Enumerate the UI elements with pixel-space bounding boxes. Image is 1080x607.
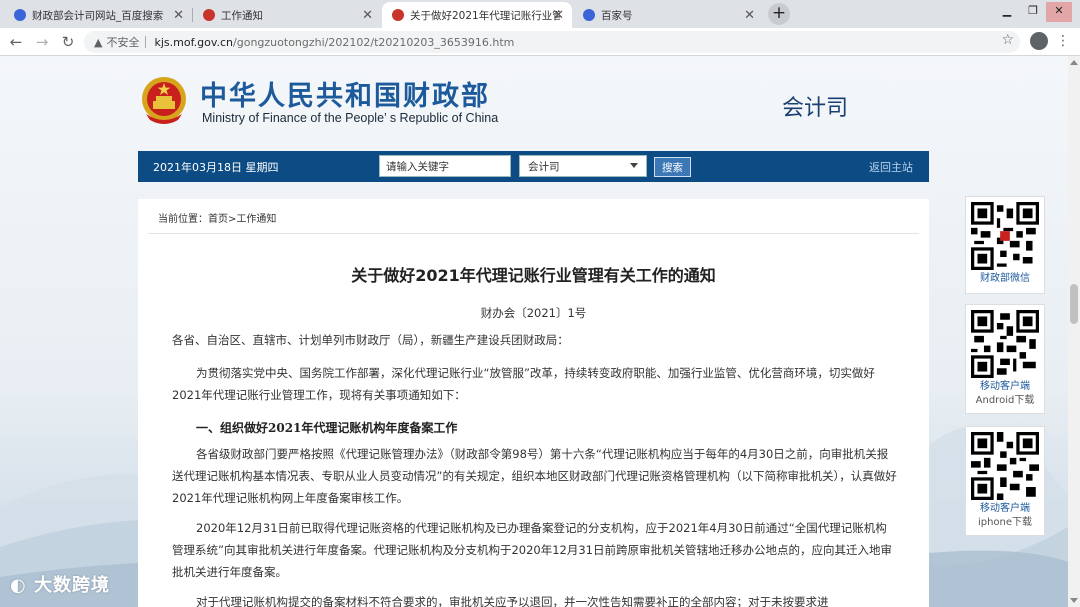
breadcrumb-divider xyxy=(148,233,919,234)
search-button[interactable]: 搜索 xyxy=(654,157,691,177)
qr-sublabel: Android下载 xyxy=(975,395,1035,406)
site-header: 中华人民共和国财政部 Ministry of Finance of the Pe… xyxy=(138,74,930,146)
bookmark-star-icon[interactable]: ☆ xyxy=(1001,32,1014,48)
qr-label: 财政部微信 xyxy=(980,273,1030,284)
site-title-cn[interactable]: 中华人民共和国财政部 xyxy=(200,74,490,113)
minimize-icon[interactable]: ▁ xyxy=(994,2,1020,22)
url-path: /gongzuotongzhi/202102/t20210203_3653916… xyxy=(233,35,515,49)
browser-toolbar: ← → ↻ ▲ 不安全 kjs.mof.gov.cn/gongzuotongzh… xyxy=(0,28,1080,56)
forward-arrow-icon[interactable]: → xyxy=(32,32,52,52)
page-scrollbar[interactable] xyxy=(1068,56,1080,607)
back-to-main-site-link[interactable]: 返回主站 xyxy=(869,159,913,175)
qr-code-icon xyxy=(971,432,1039,500)
profile-avatar-icon[interactable] xyxy=(1030,32,1048,50)
close-tab-icon[interactable]: ✕ xyxy=(173,8,184,23)
scrollbar-thumb[interactable] xyxy=(1070,284,1078,324)
tab-baidu-search[interactable]: 财政部会计司网站_百度搜索 ✕ xyxy=(4,2,192,28)
page-viewport: 中华人民共和国财政部 Ministry of Finance of the Pe… xyxy=(0,56,1068,607)
watermark-logo: ◐ 大数跨境 xyxy=(10,575,110,596)
close-tab-icon[interactable]: ✕ xyxy=(362,8,373,23)
scroll-up-icon[interactable] xyxy=(1070,60,1078,65)
qr-sublabel: iphone下载 xyxy=(977,517,1033,528)
warning-triangle-icon[interactable]: ▲ xyxy=(94,36,102,49)
tab-title: 工作通知 xyxy=(221,9,263,22)
qr-code-icon xyxy=(971,310,1039,378)
tab-active-article[interactable]: 关于做好2021年代理记账行业管 ✕ xyxy=(382,2,572,28)
close-tab-icon[interactable]: ✕ xyxy=(744,8,755,23)
qr-card-iphone[interactable]: 移动客户端 iphone下载 xyxy=(965,426,1045,536)
current-date: 2021年03月18日 星期四 xyxy=(153,161,279,174)
paragraph-intro: 为贯彻落实党中央、国务院工作部署，深化代理记账行业“放管服”改革，持续转变政府职… xyxy=(172,366,875,402)
paragraph-review: 对于代理记账机构提交的备案材料不符合要求的，审批机关应予以退回，并一次性告知需要… xyxy=(196,595,829,607)
mof-favicon-icon xyxy=(392,9,404,21)
tab-title: 财政部会计司网站_百度搜索 xyxy=(32,9,164,22)
mof-favicon-icon xyxy=(203,9,215,21)
section-heading: 一、组织做好2021年代理记账机构年度备案工作 xyxy=(196,421,458,435)
article-title: 关于做好2021年代理记账行业管理有关工作的通知 xyxy=(351,266,716,285)
watermark-text: 大数跨境 xyxy=(33,575,110,596)
baidu-favicon-icon xyxy=(14,9,26,21)
qr-card-wechat[interactable]: 财政部微信 xyxy=(965,196,1045,294)
reload-icon[interactable]: ↻ xyxy=(58,32,78,52)
document-number: 财办会〔2021〕1号 xyxy=(480,306,587,320)
tab-title: 关于做好2021年代理记账行业管 xyxy=(410,9,560,22)
qr-label: 移动客户端 xyxy=(980,381,1030,392)
window-controls: ▁ ❐ ✕ xyxy=(994,2,1072,22)
omnibox-divider xyxy=(145,36,147,48)
tab-title: 百家号 xyxy=(601,9,633,22)
window-close-icon[interactable]: ✕ xyxy=(1046,2,1072,22)
security-label[interactable]: 不安全 xyxy=(106,34,139,50)
site-title-en: Ministry of Finance of the People’ s Rep… xyxy=(202,111,499,125)
baidu-favicon-icon xyxy=(583,9,595,21)
search-scope-select[interactable]: 会计司 xyxy=(519,155,647,177)
browser-tab-bar: 财政部会计司网站_百度搜索 ✕ 工作通知 ✕ 关于做好2021年代理记账行业管 … xyxy=(0,0,1080,28)
url-host: kjs.mof.gov.cn xyxy=(154,35,234,49)
article-panel: 当前位置：首页>工作通知 关于做好2021年代理记账行业管理有关工作的通知 财办… xyxy=(138,199,929,607)
tab-work-notice[interactable]: 工作通知 ✕ xyxy=(193,2,381,28)
maximize-icon[interactable]: ❐ xyxy=(1020,2,1046,22)
tab-baijiahao[interactable]: 百家号 ✕ xyxy=(573,2,763,28)
department-name: 会计司 xyxy=(781,96,848,121)
address-bar[interactable]: ▲ 不安全 kjs.mof.gov.cn/gongzuotongzhi/2021… xyxy=(84,31,1020,53)
back-arrow-icon[interactable]: ← xyxy=(6,32,26,52)
salutation: 各省、自治区、直辖市、计划单列市财政厅（局），新疆生产建设兵团财政局： xyxy=(172,333,569,347)
kebab-menu-icon[interactable]: ⋮ xyxy=(1056,32,1070,50)
qr-label: 移动客户端 xyxy=(980,503,1030,514)
qr-card-android[interactable]: 移动客户端 Android下载 xyxy=(965,304,1045,414)
breadcrumb[interactable]: 当前位置：首页>工作通知 xyxy=(158,210,276,225)
paragraph-deadline: 2020年12月31日前已取得代理记账资格的代理记账机构及已办理备案登记的分支机… xyxy=(172,521,892,579)
search-scope-value: 会计司 xyxy=(528,161,560,173)
search-input[interactable]: 请输入关键字 xyxy=(379,155,511,177)
close-tab-icon[interactable]: ✕ xyxy=(553,8,564,23)
national-emblem-icon[interactable] xyxy=(138,74,190,128)
paragraph-filing: 各省级财政部门要严格按照《代理记账管理办法》（财政部令第98号）第十六条“代理记… xyxy=(172,447,897,505)
scroll-down-icon[interactable] xyxy=(1070,598,1078,603)
site-nav-bar: 2021年03月18日 星期四 请输入关键字 会计司 搜索 返回主站 xyxy=(138,151,929,182)
new-tab-button[interactable]: + xyxy=(768,3,790,25)
qr-code-icon xyxy=(971,202,1039,270)
chevron-down-icon xyxy=(630,163,638,168)
